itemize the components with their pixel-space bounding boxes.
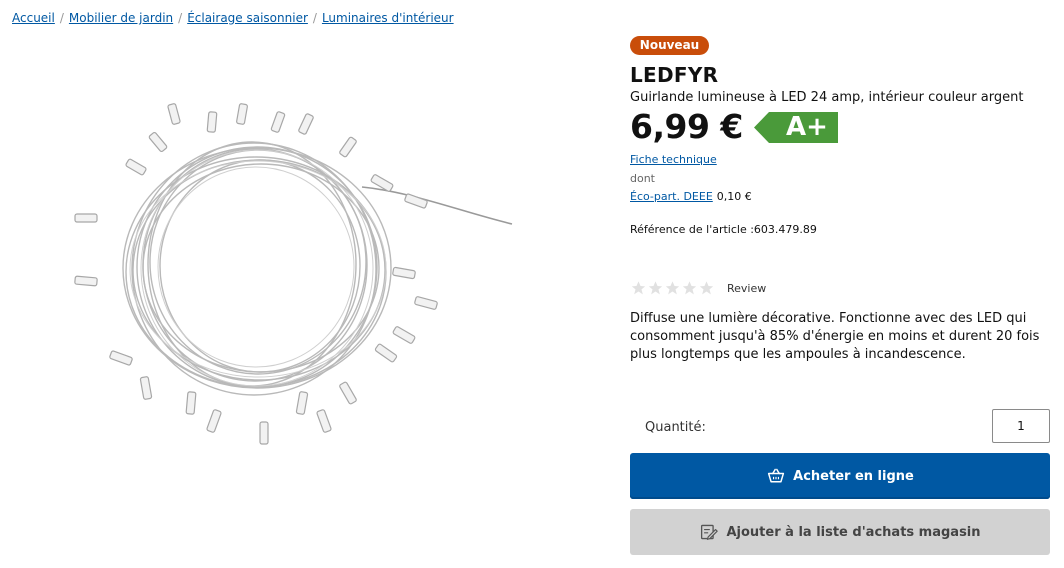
dont-label: dont [630,172,655,185]
shopping-list-icon [701,524,719,540]
add-to-shopping-list-button[interactable]: Ajouter à la liste d'achats magasin [630,509,1050,555]
plug-cable [361,186,513,225]
led-bulbs [74,103,438,445]
product-subtitle: Guirlande lumineuse à LED 24 amp, intéri… [630,90,1024,105]
product-price: 6,99 € [630,107,743,146]
breadcrumb-item-eclairage-saisonnier[interactable]: Éclairage saisonnier [187,11,308,25]
product-description: Diffuse une lumière décorative. Fonction… [630,311,1040,362]
fiche-technique-link[interactable]: Fiche technique [630,153,717,166]
cart-icon [768,468,785,483]
quantity-label: Quantité: [645,420,706,435]
star-icon [631,281,646,295]
new-badge: Nouveau [630,36,709,55]
breadcrumb-item-luminaires-interieur[interactable]: Luminaires d'intérieur [322,11,454,25]
article-reference: Référence de l'article :603.479.89 [630,223,817,236]
buy-online-label: Acheter en ligne [793,468,914,484]
rating-stars [630,280,715,296]
breadcrumb-item-mobilier-de-jardin[interactable]: Mobilier de jardin [69,11,173,25]
add-to-shopping-list-label: Ajouter à la liste d'achats magasin [726,524,981,540]
review-label: Review [727,281,767,295]
product-info: Nouveau LEDFYR Guirlande lumineuse à LED… [630,0,1050,568]
rating[interactable]: Review [630,279,766,297]
energy-class-value: A+ [786,112,828,142]
eco-deee-link[interactable]: Éco-part. DEEE [630,190,713,203]
star-icon [648,281,663,295]
breadcrumb-item-accueil[interactable]: Accueil [12,11,55,25]
eco-participation: Éco-part. DEEE 0,10 € [630,190,752,203]
breadcrumb-separator: / [312,11,317,25]
buy-online-button[interactable]: Acheter en ligne [630,453,1050,499]
breadcrumb-separator: / [178,11,183,25]
star-icon [699,281,714,295]
product-name: LEDFYR [630,63,719,87]
product-image [74,103,513,445]
energy-class-label: A+ [754,112,838,143]
star-icon [665,281,680,295]
string-light-cable [122,141,392,396]
eco-deee-value: 0,10 € [716,190,752,203]
breadcrumb: Accueil / Mobilier de jardin / Éclairage sai… [12,11,454,25]
breadcrumb-separator: / [59,11,64,25]
quantity-input[interactable] [992,409,1050,443]
star-icon [682,281,697,295]
